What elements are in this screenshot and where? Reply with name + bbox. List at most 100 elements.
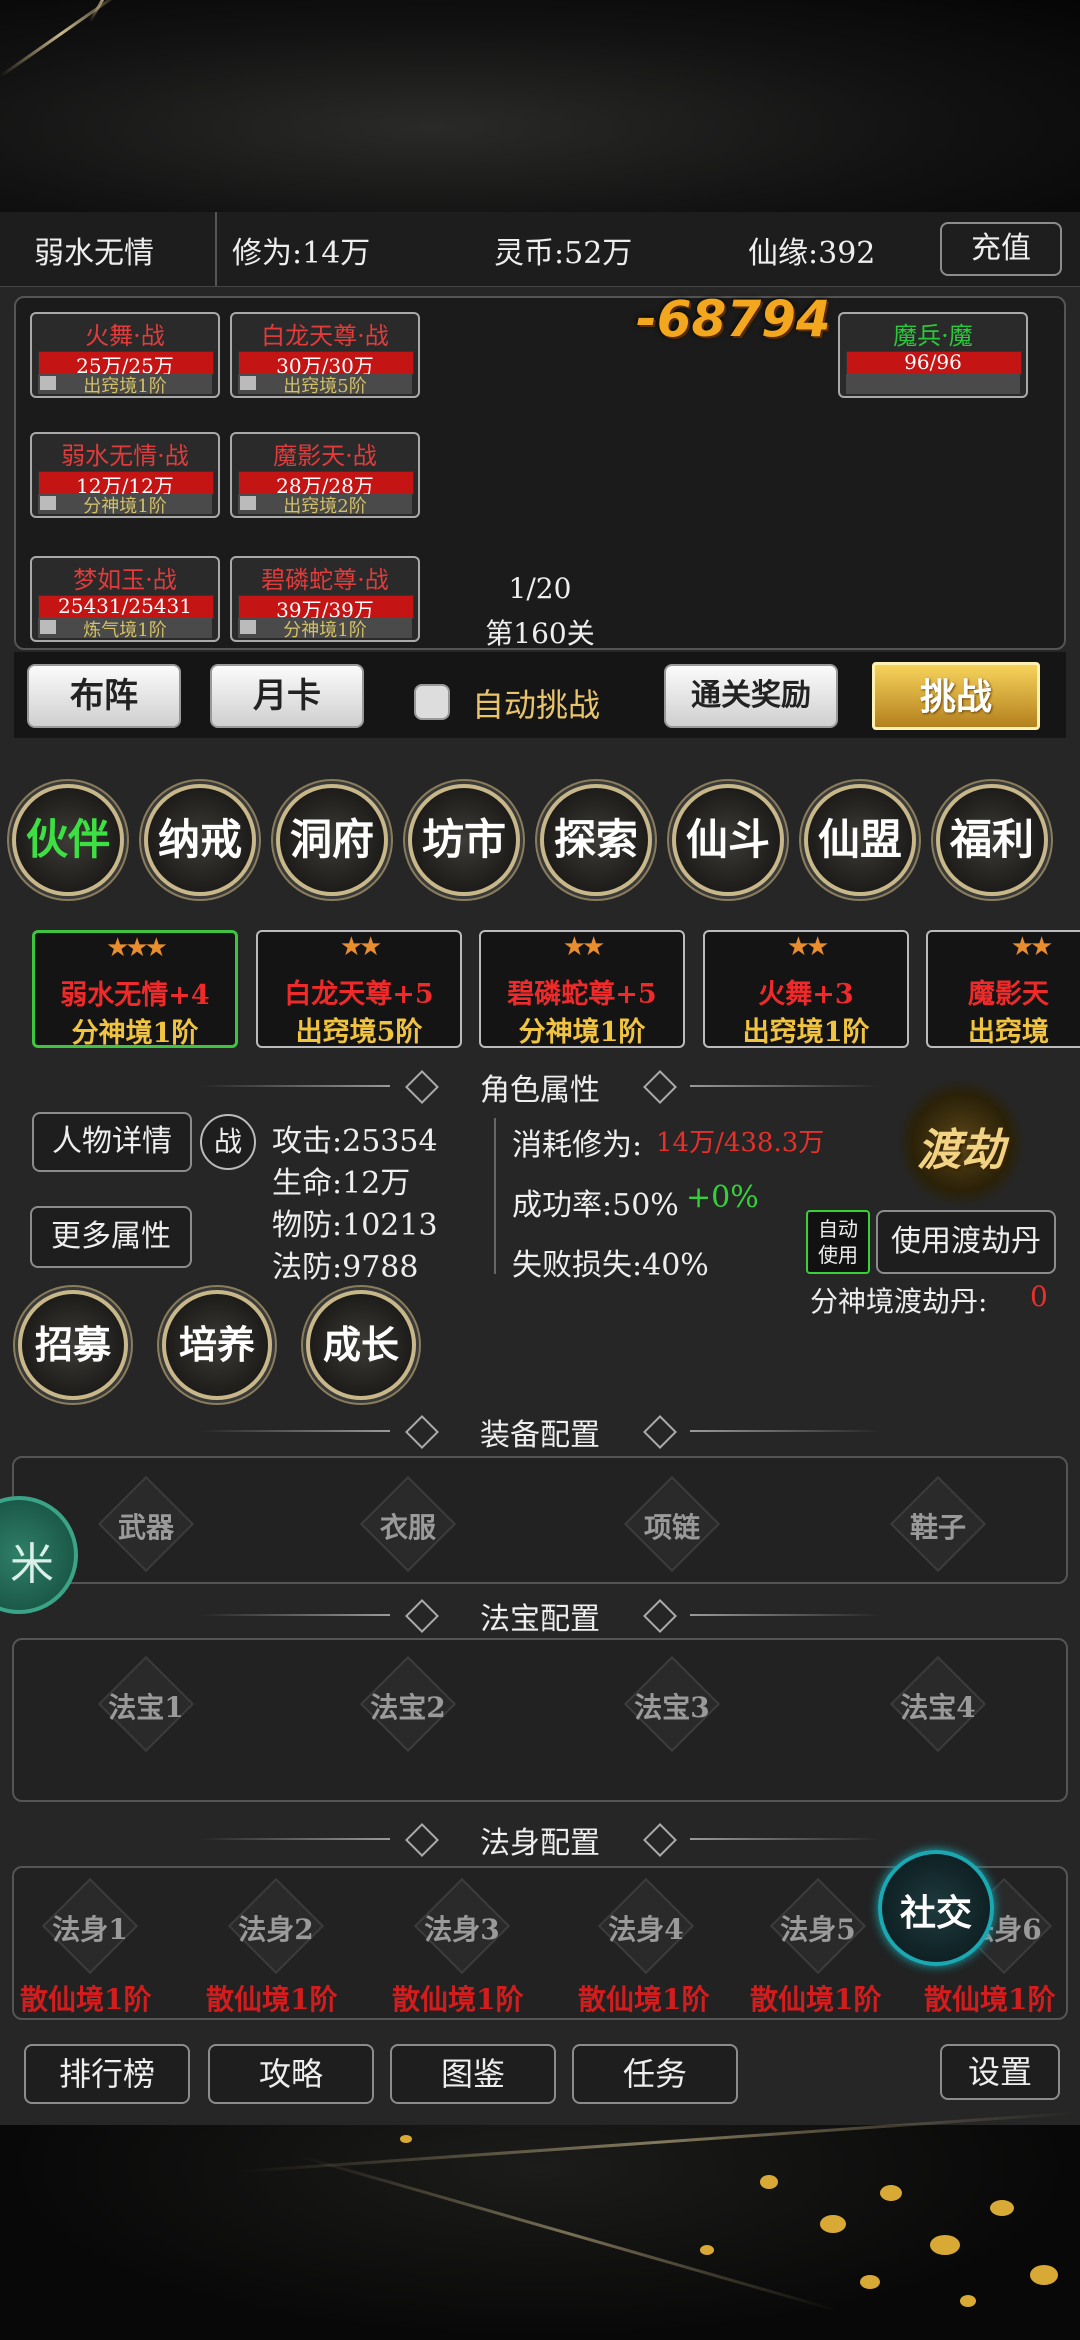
treasure-slot[interactable]: 法宝4 xyxy=(889,1655,987,1753)
battle-badge[interactable]: 战 xyxy=(200,1114,256,1170)
star-icons: ★★ xyxy=(562,932,606,962)
treasure-slot[interactable]: 法宝2 xyxy=(359,1655,457,1753)
more-attributes-button[interactable]: 更多属性 xyxy=(30,1206,192,1268)
body-realm: 散仙境1阶 xyxy=(20,1983,152,2016)
header-ornament xyxy=(643,1415,677,1449)
star-icons: ★★ xyxy=(786,932,830,962)
partner-rank: 出窍境 xyxy=(968,1017,1049,1048)
ally-name: 碧磷蛇尊·战 xyxy=(261,566,389,594)
partner-card[interactable]: ★★ 火舞+3 出窍境1阶 xyxy=(703,930,909,1048)
ally-card[interactable]: 魔影天·战 28万/28万 出窍境2阶 xyxy=(230,432,420,518)
header-line xyxy=(200,1085,390,1087)
partner-card[interactable]: ★★★ 弱水无情+4 分神境1阶 xyxy=(32,930,238,1048)
slot-label: 法宝1 xyxy=(108,1691,184,1724)
slot-label: 法身1 xyxy=(52,1913,128,1946)
physical-defense-stat: 物防:10213 xyxy=(272,1208,438,1243)
menu-cave-dwelling[interactable]: 洞府 xyxy=(276,784,388,896)
header-line xyxy=(690,1614,880,1616)
body-slot[interactable]: 法身5 xyxy=(769,1877,867,1975)
treasure-slot[interactable]: 法宝3 xyxy=(623,1655,721,1753)
section-title: 角色属性 xyxy=(480,1073,600,1108)
ally-rank: 出窍境2阶 xyxy=(283,496,367,517)
use-pill-button[interactable]: 使用渡劫丹 xyxy=(876,1210,1056,1274)
clear-reward-button[interactable]: 通关奖励 xyxy=(664,664,838,728)
guide-button[interactable]: 攻略 xyxy=(208,2044,374,2104)
body-slot[interactable]: 法身1 xyxy=(41,1877,139,1975)
equipment-slot-necklace[interactable]: 项链 xyxy=(623,1475,721,1573)
equipment-slot-shoes[interactable]: 鞋子 xyxy=(889,1475,987,1573)
ally-card[interactable]: 碧磷蛇尊·战 39万/39万 分神境1阶 xyxy=(230,556,420,642)
section-header-treasure: 法宝配置 xyxy=(0,1594,1080,1638)
character-detail-button[interactable]: 人物详情 xyxy=(32,1112,192,1172)
ally-card[interactable]: 弱水无情·战 12万/12万 分神境1阶 xyxy=(30,432,220,518)
slot-label: 鞋子 xyxy=(909,1511,966,1544)
ally-hp: 25431/25431 xyxy=(58,594,192,618)
stats-divider xyxy=(494,1118,496,1274)
menu-storage-ring[interactable]: 纳戒 xyxy=(144,784,256,896)
formation-button[interactable]: 布阵 xyxy=(27,664,181,728)
ally-rank: 出窍境1阶 xyxy=(83,376,167,397)
menu-arena[interactable]: 仙斗 xyxy=(672,784,784,896)
body-slot[interactable]: 法身2 xyxy=(227,1877,325,1975)
slot-label: 法宝2 xyxy=(370,1691,446,1724)
gold-fleck xyxy=(930,2235,960,2255)
equipment-slot-clothes[interactable]: 衣服 xyxy=(359,1475,457,1573)
equipment-slot-weapon[interactable]: 武器 xyxy=(97,1475,195,1573)
cultivation-value: 修为:14万 xyxy=(232,236,371,271)
partner-card[interactable]: ★★ 白龙天尊+5 出窍境5阶 xyxy=(256,930,462,1048)
tribulation-icon[interactable]: 渡劫 xyxy=(898,1080,1024,1206)
section-header-equipment: 装备配置 xyxy=(0,1410,1080,1454)
menu-explore[interactable]: 探索 xyxy=(540,784,652,896)
growth-button[interactable]: 成长 xyxy=(306,1290,416,1400)
ally-rank: 炼气境1阶 xyxy=(83,620,167,641)
partner-name: 白龙天尊+5 xyxy=(284,979,434,1010)
slot-label: 法身5 xyxy=(780,1913,856,1946)
header-line xyxy=(200,1614,390,1616)
codex-button[interactable]: 图鉴 xyxy=(390,2044,556,2104)
ally-card[interactable]: 梦如玉·战 25431/25431 炼气境1阶 xyxy=(30,556,220,642)
auto-use-toggle[interactable]: 自动 使用 xyxy=(806,1210,870,1274)
body-realm: 散仙境1阶 xyxy=(924,1983,1056,2016)
header-line xyxy=(200,1430,390,1432)
partner-name: 火舞+3 xyxy=(758,979,854,1010)
header-line xyxy=(200,1838,390,1840)
monthly-card-button[interactable]: 月卡 xyxy=(210,664,364,728)
star-icons: ★★ xyxy=(339,932,383,962)
player-name: 弱水无情 xyxy=(34,236,154,271)
menu-partner[interactable]: 伙伴 xyxy=(12,784,124,896)
slot-label: 法身4 xyxy=(608,1913,684,1946)
ally-card[interactable]: 火舞·战 25万/25万 出窍境1阶 xyxy=(30,312,220,398)
body-slot[interactable]: 法身4 xyxy=(597,1877,695,1975)
tasks-button[interactable]: 任务 xyxy=(572,2044,738,2104)
settings-button[interactable]: 设置 xyxy=(940,2044,1060,2100)
header-line xyxy=(690,1430,880,1432)
slot-label: 法身2 xyxy=(238,1913,314,1946)
side-float-glyph: 米 xyxy=(10,1539,54,1590)
menu-alliance[interactable]: 仙盟 xyxy=(804,784,916,896)
enemy-card[interactable]: 魔兵·魔 96/96 xyxy=(838,312,1028,398)
wave-counter: 1/20 xyxy=(508,572,572,605)
slot-label: 项链 xyxy=(643,1511,700,1544)
challenge-button[interactable]: 挑战 xyxy=(872,662,1040,730)
ally-card[interactable]: 白龙天尊·战 30万/30万 出窍境5阶 xyxy=(230,312,420,398)
social-button[interactable]: 社交 xyxy=(878,1850,994,1966)
menu-market[interactable]: 坊市 xyxy=(408,784,520,896)
life-stat: 生命:12万 xyxy=(272,1166,411,1201)
slot-label: 法身3 xyxy=(424,1913,500,1946)
partner-name: 碧磷蛇尊+5 xyxy=(507,979,657,1010)
auto-challenge-label[interactable]: 自动挑战 xyxy=(472,680,600,726)
header-ornament xyxy=(643,1823,677,1857)
recruit-button[interactable]: 招募 xyxy=(18,1290,128,1400)
auto-challenge-checkbox[interactable] xyxy=(414,684,450,720)
partner-card[interactable]: ★★ 碧磷蛇尊+5 分神境1阶 xyxy=(479,930,685,1048)
body-realm: 散仙境1阶 xyxy=(578,1983,710,2016)
header-line xyxy=(690,1838,880,1840)
recharge-button[interactable]: 充值 xyxy=(940,222,1062,276)
treasure-slot[interactable]: 法宝1 xyxy=(97,1655,195,1753)
ranking-button[interactable]: 排行榜 xyxy=(24,2044,190,2104)
body-slot[interactable]: 法身3 xyxy=(413,1877,511,1975)
train-button[interactable]: 培养 xyxy=(162,1290,272,1400)
gold-fleck xyxy=(760,2175,778,2189)
partner-card[interactable]: ★★ 魔影天 出窍境 xyxy=(926,930,1080,1048)
menu-welfare[interactable]: 福利 xyxy=(936,784,1048,896)
